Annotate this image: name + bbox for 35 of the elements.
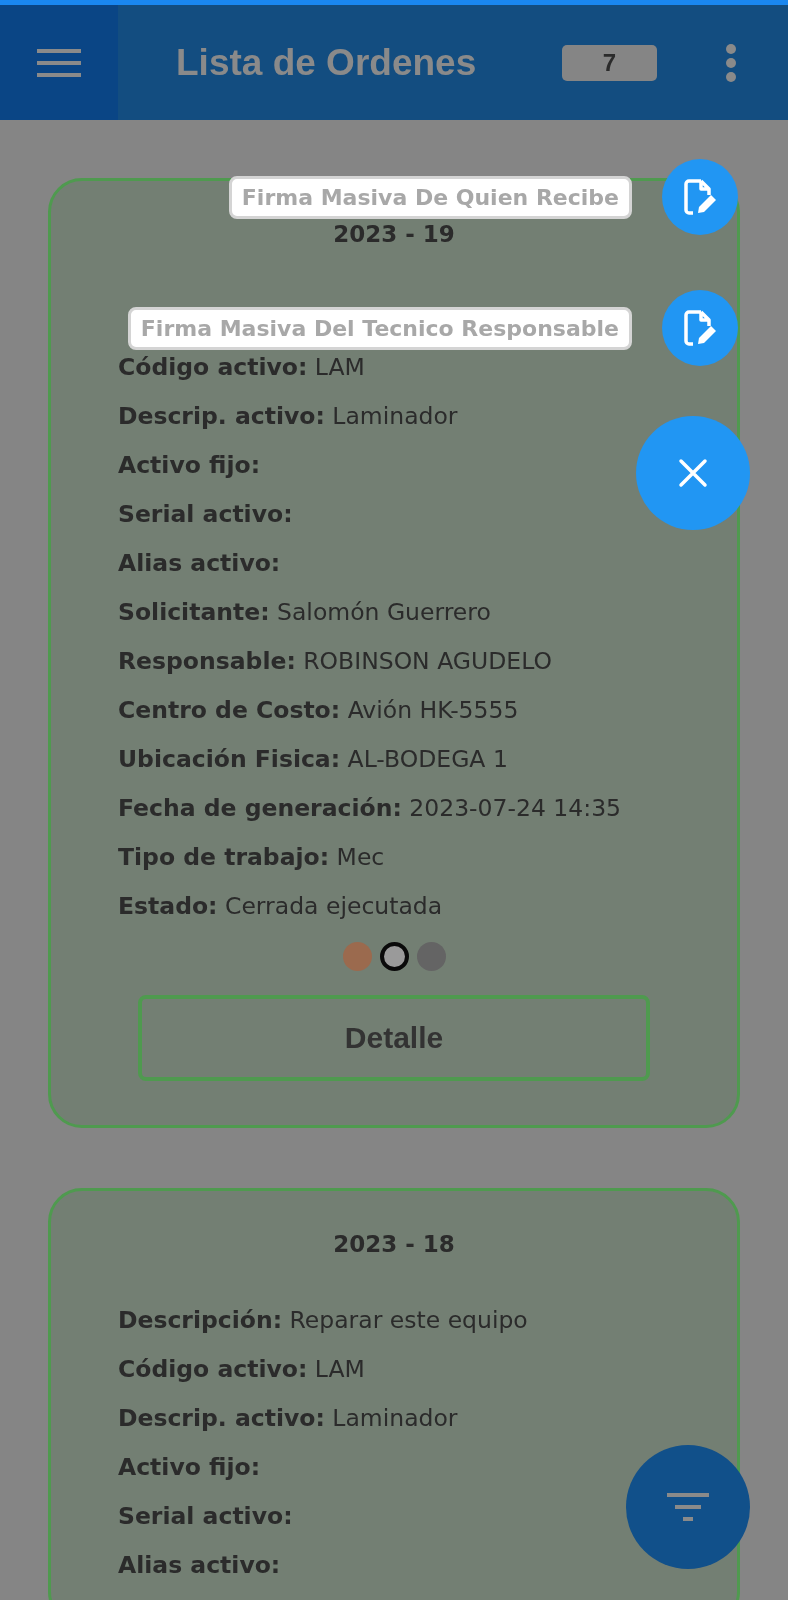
order-field: Activo fijo: [118, 1453, 261, 1481]
order-field: Activo fijo: [118, 451, 261, 479]
detail-button[interactable]: Detalle [138, 995, 650, 1081]
order-number: 2023 - 19 [332, 221, 456, 247]
order-field: Ubicación Fisica: AL-BODEGA 1 [118, 745, 508, 773]
document-edit-icon [683, 178, 717, 216]
filter-icon [667, 1493, 709, 1521]
order-field: Código activo: LAM [118, 1355, 365, 1383]
order-field: Descrip. activo: Laminador [118, 1404, 458, 1432]
order-count: 7 [562, 44, 657, 81]
page-dot[interactable] [342, 942, 372, 971]
action-label[interactable]: Firma Masiva Del Tecnico Responsable [127, 306, 632, 350]
app-title: Lista de Ordenes [176, 41, 478, 84]
order-field: Alias activo: [118, 1551, 281, 1579]
page-dot[interactable] [379, 942, 409, 971]
order-field: Código activo: LAM [118, 353, 365, 381]
order-field: Fecha de generación: 2023-07-24 14:35 [118, 794, 622, 822]
page-dot[interactable] [416, 942, 446, 971]
order-field: Solicitante: Salomón Guerrero [118, 598, 491, 626]
order-field: Serial activo: [118, 500, 293, 528]
document-edit-icon [683, 309, 717, 347]
close-icon [678, 458, 708, 488]
order-field: Descripción: Reparar este equipo [118, 1306, 528, 1334]
order-field: Centro de Costo: Avión HK-5555 [118, 696, 519, 724]
more-icon [725, 43, 737, 82]
menu-button[interactable] [0, 5, 118, 120]
action-label[interactable]: Firma Masiva De Quien Recibe [228, 175, 632, 219]
order-field: Alias activo: [118, 549, 281, 577]
order-number: 2023 - 18 [332, 1231, 456, 1257]
order-field: Serial activo: [118, 1502, 293, 1530]
order-field: Tipo de trabajo: Mec [118, 843, 385, 871]
order-field: Estado: Cerrada ejecutada [118, 892, 443, 920]
order-field: Responsable: ROBINSON AGUDELO [118, 647, 552, 675]
menu-icon [37, 46, 81, 79]
order-field: Descrip. activo: Laminador [118, 402, 458, 430]
